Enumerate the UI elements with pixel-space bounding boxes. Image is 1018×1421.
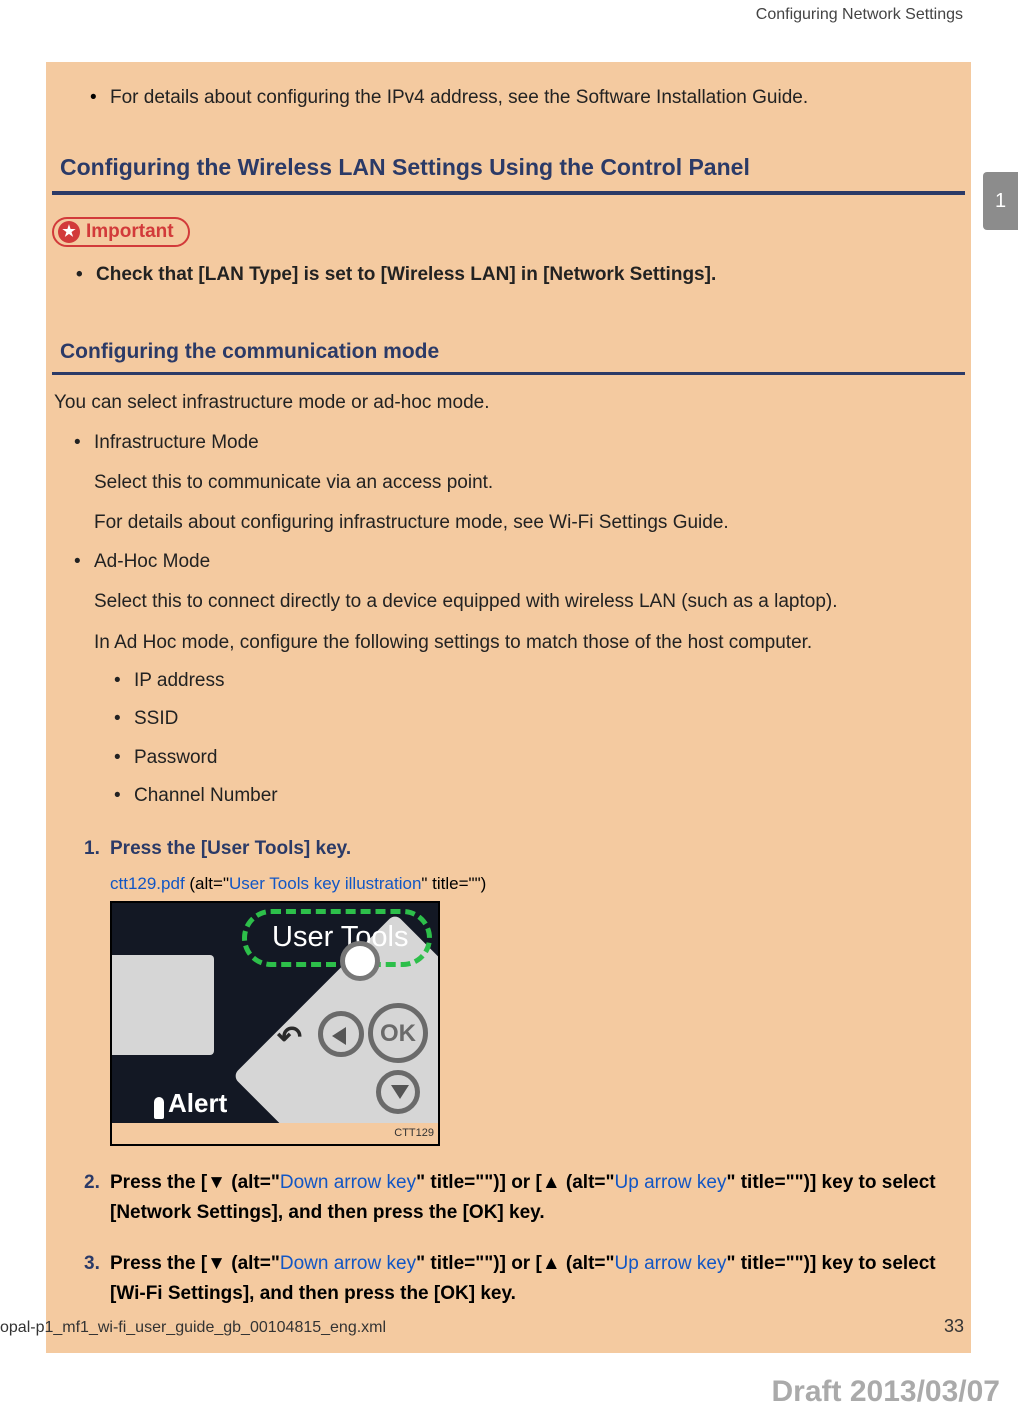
control-panel-figure: User Tools ↶ OK Alert CTT129 <box>110 901 440 1146</box>
panel-body: User Tools ↶ OK Alert <box>112 903 438 1123</box>
step-3-altclose1: " title="") <box>416 1253 500 1274</box>
mode-adhoc-line1: Select this to connect directly to a dev… <box>94 587 971 617</box>
step-2-num: 2. <box>84 1168 100 1197</box>
step-1-imgref: ctt129.pdf (alt="User Tools key illustra… <box>110 871 941 897</box>
imgref-alttext: User Tools key illustration <box>229 874 421 893</box>
note-bullet: For details about configuring the IPv4 a… <box>90 84 941 112</box>
important-badge: ★ Important <box>52 217 190 247</box>
step-3-altopen2: (alt=" <box>561 1253 615 1274</box>
triangle-down-icon <box>391 1085 409 1099</box>
mode-infra-title: Infrastructure Mode <box>94 432 259 453</box>
step-2-altopen2: (alt=" <box>561 1172 615 1193</box>
note-block: For details about configuring the IPv4 a… <box>46 62 971 140</box>
draft-stamp: Draft 2013/03/07 <box>772 1375 1001 1409</box>
alert-label: Alert <box>168 1083 227 1123</box>
step-2-p1: Press the [ <box>110 1172 207 1193</box>
step-2-altopen1: (alt=" <box>226 1172 280 1193</box>
ok-key-icon: OK <box>368 1003 428 1063</box>
adhoc-sub-ip: IP address <box>114 666 971 696</box>
page-content: For details about configuring the IPv4 a… <box>46 62 971 1353</box>
step-2-altclose1: " title="") <box>416 1172 500 1193</box>
intro-text: You can select infrastructure mode or ad… <box>46 375 971 420</box>
mode-adhoc-title: Ad-Hoc Mode <box>94 551 210 572</box>
adhoc-sub-channel: Channel Number <box>114 781 971 811</box>
triangle-left-icon <box>332 1027 346 1045</box>
step-3-num: 3. <box>84 1249 100 1278</box>
step-3: 3. Press the [▼ (alt="Down arrow key" ti… <box>74 1249 941 1308</box>
mode-adhoc: Ad-Hoc Mode Select this to connect direc… <box>74 547 971 658</box>
step-3-upalt: Up arrow key <box>615 1253 727 1274</box>
mode-adhoc-line2: In Ad Hoc mode, configure the following … <box>94 628 971 658</box>
imgref-file: ctt129.pdf <box>110 874 185 893</box>
step-3-downalt: Down arrow key <box>280 1253 416 1274</box>
alert-lamp-icon <box>154 1097 164 1119</box>
up-arrow-icon: ▲ <box>542 1172 561 1193</box>
mode-infra-line2: For details about configuring infrastruc… <box>94 508 971 538</box>
step-3-altclose2: " title="") <box>726 1253 810 1274</box>
mode-infra: Infrastructure Mode Select this to commu… <box>74 428 971 539</box>
step-1: 1. Press the [User Tools] key. ctt129.pd… <box>74 834 941 1147</box>
mode-infra-line1: Select this to communicate via an access… <box>94 468 971 498</box>
footer-page-number: 33 <box>944 1316 964 1337</box>
step-1-text: Press the [User Tools] key. <box>110 838 351 859</box>
step-2-upalt: Up arrow key <box>615 1172 727 1193</box>
step-2-downalt: Down arrow key <box>280 1172 416 1193</box>
running-header: Configuring Network Settings <box>756 6 963 24</box>
adhoc-sub-password: Password <box>114 743 971 773</box>
heading-wireless-lan: Configuring the Wireless LAN Settings Us… <box>52 140 965 195</box>
step-3-altopen1: (alt=" <box>226 1253 280 1274</box>
step-2: 2. Press the [▼ (alt="Down arrow key" ti… <box>74 1168 941 1227</box>
down-arrow-icon: ▼ <box>207 1253 226 1274</box>
heading-comm-mode: Configuring the communication mode <box>52 328 965 375</box>
footer-filename: opal-p1_mf1_wi-fi_user_guide_gb_00104815… <box>0 1319 386 1337</box>
imgref-altclose: " title="") <box>421 874 486 893</box>
chapter-tab: 1 <box>983 172 1018 230</box>
star-icon: ★ <box>58 221 80 243</box>
up-arrow-icon: ▲ <box>542 1253 561 1274</box>
step-3-mid: ] or [ <box>500 1253 542 1274</box>
panel-left-pad <box>112 955 214 1055</box>
step-3-p1: Press the [ <box>110 1253 207 1274</box>
figure-caption: CTT129 <box>112 1123 438 1144</box>
important-label: Important <box>86 221 174 243</box>
down-arrow-icon: ▼ <box>207 1172 226 1193</box>
step-2-altclose2: " title="") <box>726 1172 810 1193</box>
important-bullet: Check that [LAN Type] is set to [Wireles… <box>76 261 971 289</box>
step-1-num: 1. <box>84 834 100 863</box>
user-tools-key-icon <box>340 941 380 981</box>
step-2-mid: ] or [ <box>500 1172 542 1193</box>
imgref-altopen: (alt=" <box>185 874 229 893</box>
back-icon: ↶ <box>277 1015 302 1062</box>
adhoc-sub-ssid: SSID <box>114 704 971 734</box>
